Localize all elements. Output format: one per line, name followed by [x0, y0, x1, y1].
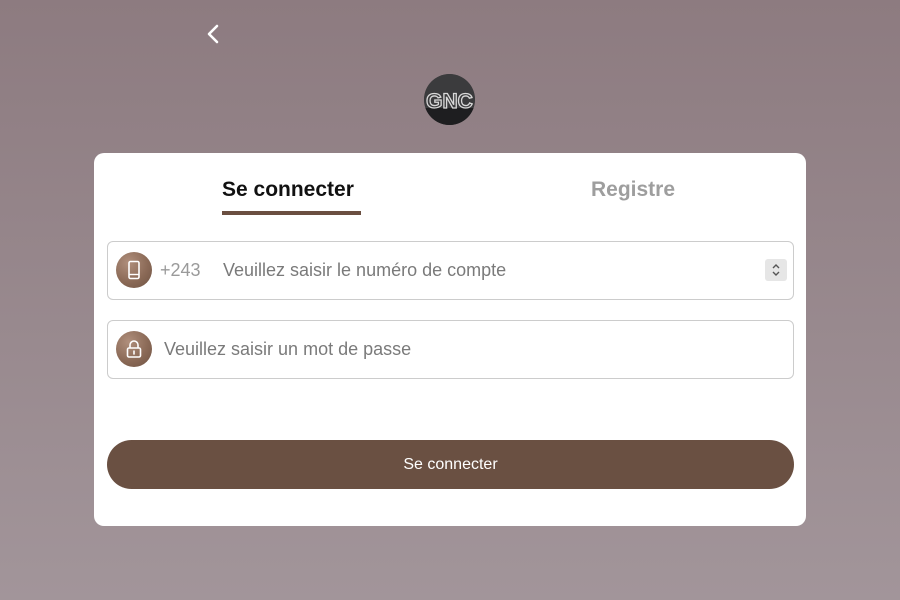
back-button[interactable] [200, 20, 226, 48]
account-field: +243 [107, 241, 794, 300]
chevron-updown-icon [772, 264, 780, 276]
password-field [107, 320, 794, 379]
phone-icon [116, 252, 152, 288]
login-button[interactable]: Se connecter [107, 440, 794, 489]
country-code: +243 [160, 260, 201, 280]
app-logo: GNC [424, 74, 475, 125]
tab-login[interactable]: Se connecter [222, 178, 354, 202]
logo-lettering: GNC [426, 90, 473, 113]
active-tab-indicator [222, 211, 361, 215]
chevron-left-icon [207, 24, 219, 44]
tab-register[interactable]: Registre [591, 178, 675, 202]
account-number-input[interactable] [223, 244, 758, 296]
lock-icon [116, 331, 152, 367]
password-input[interactable] [164, 323, 764, 375]
number-stepper[interactable] [765, 259, 787, 281]
